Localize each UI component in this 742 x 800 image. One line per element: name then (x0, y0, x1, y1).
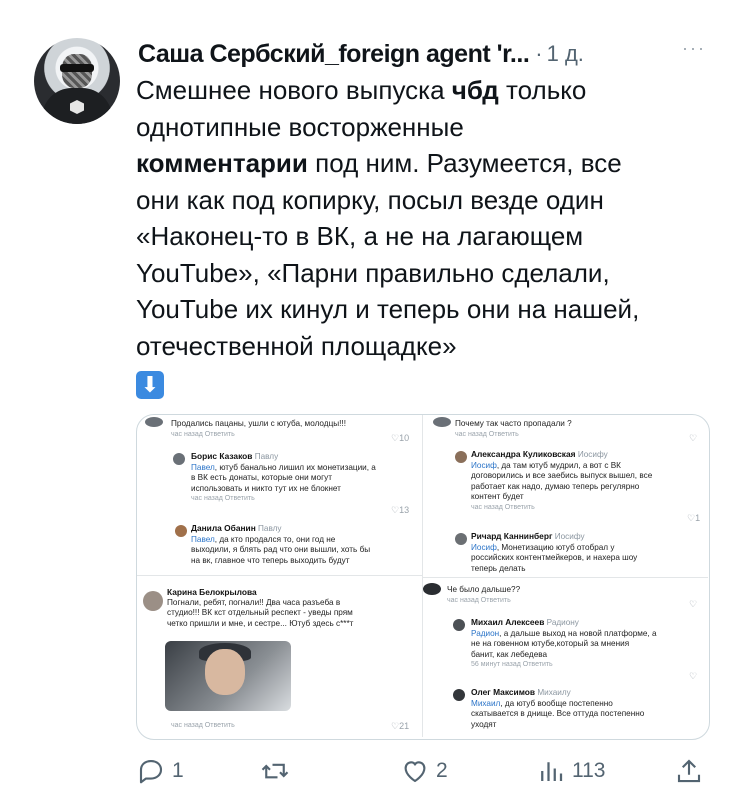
comment-photo (165, 641, 291, 711)
like-count-icon: ♡ (689, 599, 698, 609)
commenter-avatar (455, 533, 467, 545)
author-avatar[interactable] (34, 38, 120, 124)
comment: Борис Казаков Павлу Павел, ютуб банально… (191, 451, 376, 503)
views-chart-icon (541, 762, 563, 781)
tweet-line: однотипные восторженные (136, 111, 464, 142)
separator-dot: · (535, 41, 543, 66)
like-button[interactable]: 2 (400, 752, 448, 790)
author-name[interactable]: Саша Сербский_foreign agent 'r... (138, 40, 530, 69)
tweet-line: комментарии под ним. Разумеется, все (136, 148, 622, 178)
tweet-text: Смешнее нового выпуска чбд только одноти… (136, 72, 706, 401)
comment: Ричард Каннинберг Иосифу Иосиф, Монетиза… (471, 531, 638, 573)
like-count-icon: ♡21 (391, 721, 410, 731)
heart-icon (404, 761, 426, 783)
commenter-avatar (433, 417, 451, 427)
comment-meta: час назад Ответить (171, 722, 235, 729)
tweet-line: Смешнее нового выпуска чбд только (136, 75, 587, 105)
retweet-button[interactable] (260, 752, 296, 790)
more-options-icon[interactable]: ··· (682, 38, 706, 59)
media-right-screenshot: Почему так часто пропадали ? час назад О… (423, 415, 708, 737)
commenter-avatar (143, 591, 163, 611)
comment: Александра Куликовская Иосифу Иосиф, да … (471, 449, 653, 511)
like-count-icon: ♡13 (391, 505, 410, 515)
commenter-avatar (173, 453, 185, 465)
bold-text: комментарии (136, 148, 308, 178)
tweet-line: YouTube их кинул и теперь они на нашей, (136, 294, 640, 324)
comment: Карина Белокрылова Погнали, ребят, погна… (167, 587, 354, 628)
comment: Данила Обанин Павлу Павел, да кто продал… (191, 523, 371, 565)
views-count: 113 (572, 759, 606, 782)
comment: Че было дальше?? час назад Ответить (447, 585, 521, 604)
share-button[interactable] (674, 752, 704, 790)
tweet-line: «Наконец-то в ВК, а не на лагающем (136, 221, 584, 251)
tweet-timestamp[interactable]: 1 д. (547, 41, 584, 67)
like-count-icon: ♡ (689, 433, 698, 443)
tweet-line: они как под копирку, посыл везде один (136, 184, 604, 215)
commenter-avatar (453, 689, 465, 701)
avatar-glasses (60, 64, 94, 72)
down-arrow-emoji-icon: ⬇ (136, 371, 164, 400)
like-count-icon: ♡10 (391, 433, 410, 443)
like-count-icon: ♡1 (687, 513, 701, 523)
reply-icon (139, 759, 163, 784)
comment: Михаил Алексеев Радиону Радион, а дальше… (471, 617, 657, 669)
tweet-line: отечественной площадке» (136, 330, 457, 361)
commenter-avatar (145, 417, 163, 427)
commenter-avatar (455, 451, 467, 463)
media-left-screenshot: Продались пацаны, ушли с ютуба, молодцы!… (137, 415, 422, 737)
screenshot-separator (423, 577, 708, 578)
reply-count: 1 (172, 759, 184, 782)
share-icon (677, 759, 701, 783)
tweet-media[interactable]: Продались пацаны, ушли с ютуба, молодцы!… (136, 414, 710, 740)
tweet-header: Саша Сербский_foreign agent 'r... · 1 д.… (138, 36, 718, 72)
photo-face (205, 649, 245, 695)
like-count: 2 (436, 759, 448, 782)
views-button[interactable]: 113 (536, 752, 605, 790)
tweet-line: ⬇ (136, 364, 706, 401)
reply-button[interactable]: 1 (136, 752, 184, 790)
comment: Почему так часто пропадали ? час назад О… (455, 419, 572, 438)
commenter-avatar (175, 525, 187, 537)
comment: Олег Максимов Михаилу Михаил, да ютуб во… (471, 687, 645, 729)
retweet-icon (261, 763, 289, 779)
comment: Продались пацаны, ушли с ютуба, молодцы!… (171, 419, 346, 438)
tweet-actions: 1 2 113 (136, 752, 708, 790)
tweet-line: YouTube», «Парни правильно сделали, (136, 257, 610, 288)
like-count-icon: ♡ (689, 671, 698, 681)
screenshot-separator (137, 575, 422, 576)
commenter-avatar (453, 619, 465, 631)
bold-text: чбд (451, 75, 499, 105)
commenter-avatar (423, 583, 441, 595)
